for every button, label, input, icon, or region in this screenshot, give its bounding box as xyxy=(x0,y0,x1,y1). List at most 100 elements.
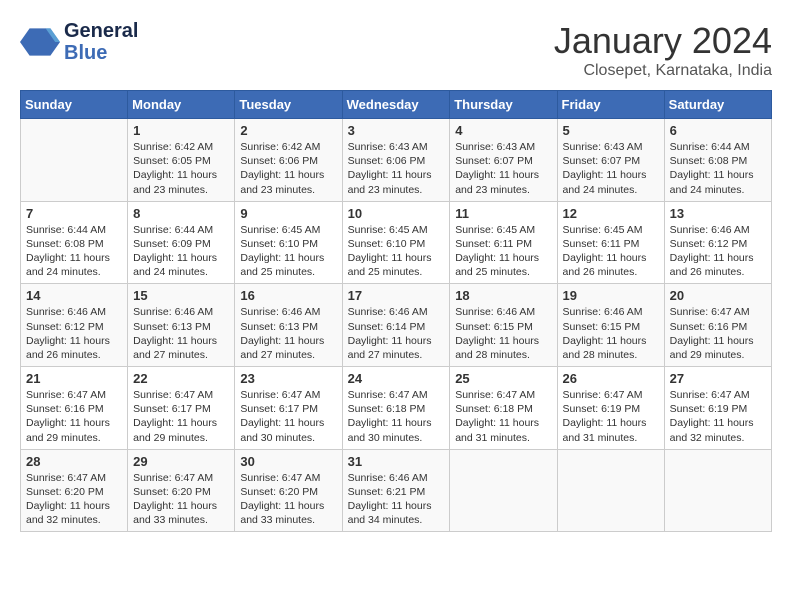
month-title: January 2024 xyxy=(554,20,772,62)
cell-info: Sunrise: 6:47 AMSunset: 6:18 PMDaylight:… xyxy=(348,388,445,445)
day-number: 25 xyxy=(455,371,551,386)
day-number: 11 xyxy=(455,206,551,221)
day-number: 22 xyxy=(133,371,229,386)
day-number: 5 xyxy=(563,123,659,138)
day-number: 17 xyxy=(348,288,445,303)
weekday-header-monday: Monday xyxy=(128,91,235,119)
day-number: 27 xyxy=(670,371,766,386)
calendar-cell: 1 Sunrise: 6:42 AMSunset: 6:05 PMDaylight… xyxy=(128,119,235,202)
calendar-cell: 9 Sunrise: 6:45 AMSunset: 6:10 PMDaylight… xyxy=(235,201,342,284)
calendar-cell xyxy=(664,449,771,532)
cell-info: Sunrise: 6:44 AMSunset: 6:08 PMDaylight:… xyxy=(670,140,766,197)
day-number: 28 xyxy=(26,454,122,469)
cell-info: Sunrise: 6:43 AMSunset: 6:06 PMDaylight:… xyxy=(348,140,445,197)
day-number: 20 xyxy=(670,288,766,303)
calendar-cell: 10 Sunrise: 6:45 AMSunset: 6:10 PMDayligh… xyxy=(342,201,450,284)
calendar-cell: 15 Sunrise: 6:46 AMSunset: 6:13 PMDayligh… xyxy=(128,284,235,367)
calendar-cell: 11 Sunrise: 6:45 AMSunset: 6:11 PMDayligh… xyxy=(450,201,557,284)
day-number: 15 xyxy=(133,288,229,303)
page-header: General Blue January 2024 Closepet, Karn… xyxy=(20,20,772,80)
calendar-cell: 4Sunrise: 6:43 AMSunset: 6:07 PMDaylight… xyxy=(450,119,557,202)
cell-info: Sunrise: 6:47 AMSunset: 6:17 PMDaylight:… xyxy=(240,388,336,445)
weekday-header-saturday: Saturday xyxy=(664,91,771,119)
cell-info: Sunrise: 6:45 AMSunset: 6:10 PMDaylight:… xyxy=(240,223,336,280)
cell-info: Sunrise: 6:46 AMSunset: 6:14 PMDaylight:… xyxy=(348,305,445,362)
day-number: 30 xyxy=(240,454,336,469)
cell-info: Sunrise: 6:44 AMSunset: 6:09 PMDaylight:… xyxy=(133,223,229,280)
cell-info: Sunrise: 6:46 AMSunset: 6:15 PMDaylight:… xyxy=(563,305,659,362)
calendar-week-row: 7 Sunrise: 6:44 AMSunset: 6:08 PMDaylight… xyxy=(21,201,772,284)
weekday-header-sunday: Sunday xyxy=(21,91,128,119)
calendar-cell: 31 Sunrise: 6:46 AMSunset: 6:21 PMDayligh… xyxy=(342,449,450,532)
logo-text-line2: Blue xyxy=(64,42,138,64)
day-number: 13 xyxy=(670,206,766,221)
cell-info: Sunrise: 6:46 AMSunset: 6:12 PMDaylight:… xyxy=(670,223,766,280)
day-number: 1 xyxy=(133,123,229,138)
day-number: 7 xyxy=(26,206,122,221)
weekday-header-friday: Friday xyxy=(557,91,664,119)
cell-info: Sunrise: 6:47 AMSunset: 6:18 PMDaylight:… xyxy=(455,388,551,445)
calendar-cell: 22 Sunrise: 6:47 AMSunset: 6:17 PMDayligh… xyxy=(128,367,235,450)
cell-info: Sunrise: 6:46 AMSunset: 6:15 PMDaylight:… xyxy=(455,305,551,362)
cell-info: Sunrise: 6:47 AMSunset: 6:16 PMDaylight:… xyxy=(670,305,766,362)
calendar-cell: 13 Sunrise: 6:46 AMSunset: 6:12 PMDayligh… xyxy=(664,201,771,284)
calendar-week-row: 1 Sunrise: 6:42 AMSunset: 6:05 PMDaylight… xyxy=(21,119,772,202)
calendar-cell: 27 Sunrise: 6:47 AMSunset: 6:19 PMDayligh… xyxy=(664,367,771,450)
calendar-cell: 21 Sunrise: 6:47 AMSunset: 6:16 PMDayligh… xyxy=(21,367,128,450)
day-number: 21 xyxy=(26,371,122,386)
cell-info: Sunrise: 6:47 AMSunset: 6:20 PMDaylight:… xyxy=(26,471,122,528)
cell-info: Sunrise: 6:46 AMSunset: 6:12 PMDaylight:… xyxy=(26,305,122,362)
cell-info: Sunrise: 6:47 AMSunset: 6:16 PMDaylight:… xyxy=(26,388,122,445)
day-number: 29 xyxy=(133,454,229,469)
calendar-cell: 23 Sunrise: 6:47 AMSunset: 6:17 PMDayligh… xyxy=(235,367,342,450)
cell-info: Sunrise: 6:42 AMSunset: 6:05 PMDaylight:… xyxy=(133,140,229,197)
cell-info: Sunrise: 6:44 AMSunset: 6:08 PMDaylight:… xyxy=(26,223,122,280)
calendar-cell: 6Sunrise: 6:44 AMSunset: 6:08 PMDaylight… xyxy=(664,119,771,202)
day-number: 4 xyxy=(455,123,551,138)
calendar-cell: 17 Sunrise: 6:46 AMSunset: 6:14 PMDayligh… xyxy=(342,284,450,367)
day-number: 2 xyxy=(240,123,336,138)
day-number: 10 xyxy=(348,206,445,221)
day-number: 31 xyxy=(348,454,445,469)
day-number: 9 xyxy=(240,206,336,221)
calendar-cell: 19 Sunrise: 6:46 AMSunset: 6:15 PMDayligh… xyxy=(557,284,664,367)
weekday-header-tuesday: Tuesday xyxy=(235,91,342,119)
calendar-week-row: 14 Sunrise: 6:46 AMSunset: 6:12 PMDayligh… xyxy=(21,284,772,367)
calendar-cell xyxy=(557,449,664,532)
logo-icon xyxy=(20,22,60,62)
calendar-cell: 2 Sunrise: 6:42 AMSunset: 6:06 PMDaylight… xyxy=(235,119,342,202)
calendar-table: SundayMondayTuesdayWednesdayThursdayFrid… xyxy=(20,90,772,532)
cell-info: Sunrise: 6:46 AMSunset: 6:13 PMDaylight:… xyxy=(133,305,229,362)
cell-info: Sunrise: 6:45 AMSunset: 6:11 PMDaylight:… xyxy=(455,223,551,280)
calendar-cell: 25 Sunrise: 6:47 AMSunset: 6:18 PMDayligh… xyxy=(450,367,557,450)
location-subtitle: Closepet, Karnataka, India xyxy=(554,62,772,80)
day-number: 26 xyxy=(563,371,659,386)
day-number: 19 xyxy=(563,288,659,303)
calendar-cell: 28 Sunrise: 6:47 AMSunset: 6:20 PMDayligh… xyxy=(21,449,128,532)
calendar-header-row: SundayMondayTuesdayWednesdayThursdayFrid… xyxy=(21,91,772,119)
calendar-cell: 26 Sunrise: 6:47 AMSunset: 6:19 PMDayligh… xyxy=(557,367,664,450)
calendar-cell xyxy=(21,119,128,202)
cell-info: Sunrise: 6:45 AMSunset: 6:10 PMDaylight:… xyxy=(348,223,445,280)
cell-info: Sunrise: 6:42 AMSunset: 6:06 PMDaylight:… xyxy=(240,140,336,197)
calendar-cell: 7 Sunrise: 6:44 AMSunset: 6:08 PMDaylight… xyxy=(21,201,128,284)
day-number: 14 xyxy=(26,288,122,303)
cell-info: Sunrise: 6:47 AMSunset: 6:19 PMDaylight:… xyxy=(563,388,659,445)
day-number: 23 xyxy=(240,371,336,386)
cell-info: Sunrise: 6:47 AMSunset: 6:17 PMDaylight:… xyxy=(133,388,229,445)
cell-info: Sunrise: 6:47 AMSunset: 6:20 PMDaylight:… xyxy=(133,471,229,528)
weekday-header-thursday: Thursday xyxy=(450,91,557,119)
cell-info: Sunrise: 6:45 AMSunset: 6:11 PMDaylight:… xyxy=(563,223,659,280)
calendar-cell: 30Sunrise: 6:47 AMSunset: 6:20 PMDayligh… xyxy=(235,449,342,532)
day-number: 12 xyxy=(563,206,659,221)
day-number: 16 xyxy=(240,288,336,303)
calendar-cell: 16Sunrise: 6:46 AMSunset: 6:13 PMDayligh… xyxy=(235,284,342,367)
cell-info: Sunrise: 6:46 AMSunset: 6:21 PMDaylight:… xyxy=(348,471,445,528)
title-block: January 2024 Closepet, Karnataka, India xyxy=(554,20,772,80)
calendar-cell: 24Sunrise: 6:47 AMSunset: 6:18 PMDayligh… xyxy=(342,367,450,450)
calendar-cell: 14 Sunrise: 6:46 AMSunset: 6:12 PMDayligh… xyxy=(21,284,128,367)
calendar-cell: 20 Sunrise: 6:47 AMSunset: 6:16 PMDayligh… xyxy=(664,284,771,367)
cell-info: Sunrise: 6:43 AMSunset: 6:07 PMDaylight:… xyxy=(563,140,659,197)
cell-info: Sunrise: 6:47 AMSunset: 6:19 PMDaylight:… xyxy=(670,388,766,445)
calendar-cell xyxy=(450,449,557,532)
